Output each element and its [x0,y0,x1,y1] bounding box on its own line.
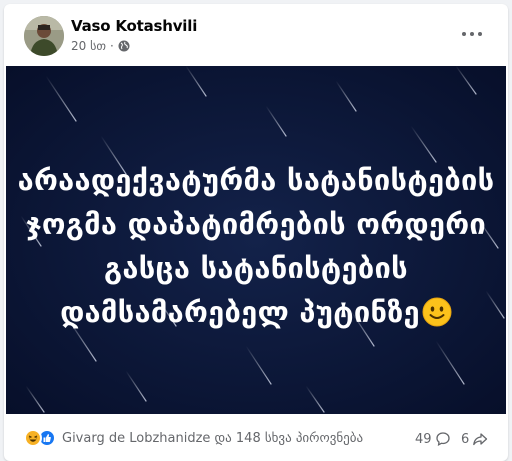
post-text-last-line: დამსამარებელ პუტინზე [6,290,506,334]
post-image[interactable]: არაადექვატურმა სატანისტების ჯოგმა დაპატი… [6,66,506,414]
globe-icon [118,40,130,52]
more-dot [470,32,474,36]
reactions-text: Givarg de Lobzhanidze და 148 სხვა პიროვნ… [62,430,364,446]
haha-reaction-icon [24,429,42,447]
post-text-line: გასცა სატანისტების [104,251,408,285]
author-name[interactable]: Vaso Kotashvili [71,17,197,35]
more-dot [462,32,466,36]
comment-bubble-icon [435,432,450,446]
post-text: არაადექვატურმა სატანისტების ჯოგმა დაპატი… [6,158,506,334]
more-dot [478,32,482,36]
post-text-line: არაადექვატურმა სატანისტების [17,163,495,197]
comments-count[interactable]: 49 [415,431,451,447]
comments-count-value: 49 [415,431,432,447]
post-text-line: ჯოგმა დაპატიმრების ორდერი [25,207,487,241]
post-text-line: დამსამარებელ პუტინზე [60,295,420,329]
share-arrow-icon [473,433,488,446]
post-time[interactable]: 20 სთ [71,39,106,53]
post-footer: Givarg de Lobzhanidze და 148 სხვა პიროვნ… [4,414,508,461]
slightly-smiling-face-icon [422,297,452,327]
avatar[interactable] [24,16,64,56]
shares-count[interactable]: 6 [461,431,488,447]
post-meta: 20 სთ · [71,39,130,53]
post-header: Vaso Kotashvili 20 სთ · [4,4,508,66]
meta-separator: · [109,39,114,53]
avatar-photo [24,16,64,56]
reactions-summary[interactable]: Givarg de Lobzhanidze და 148 სხვა პიროვნ… [24,429,363,447]
post-card: Vaso Kotashvili 20 სთ · არაადექვატურმა ს… [4,4,508,461]
shares-count-value: 6 [461,431,470,447]
post-options-button[interactable] [458,24,486,44]
